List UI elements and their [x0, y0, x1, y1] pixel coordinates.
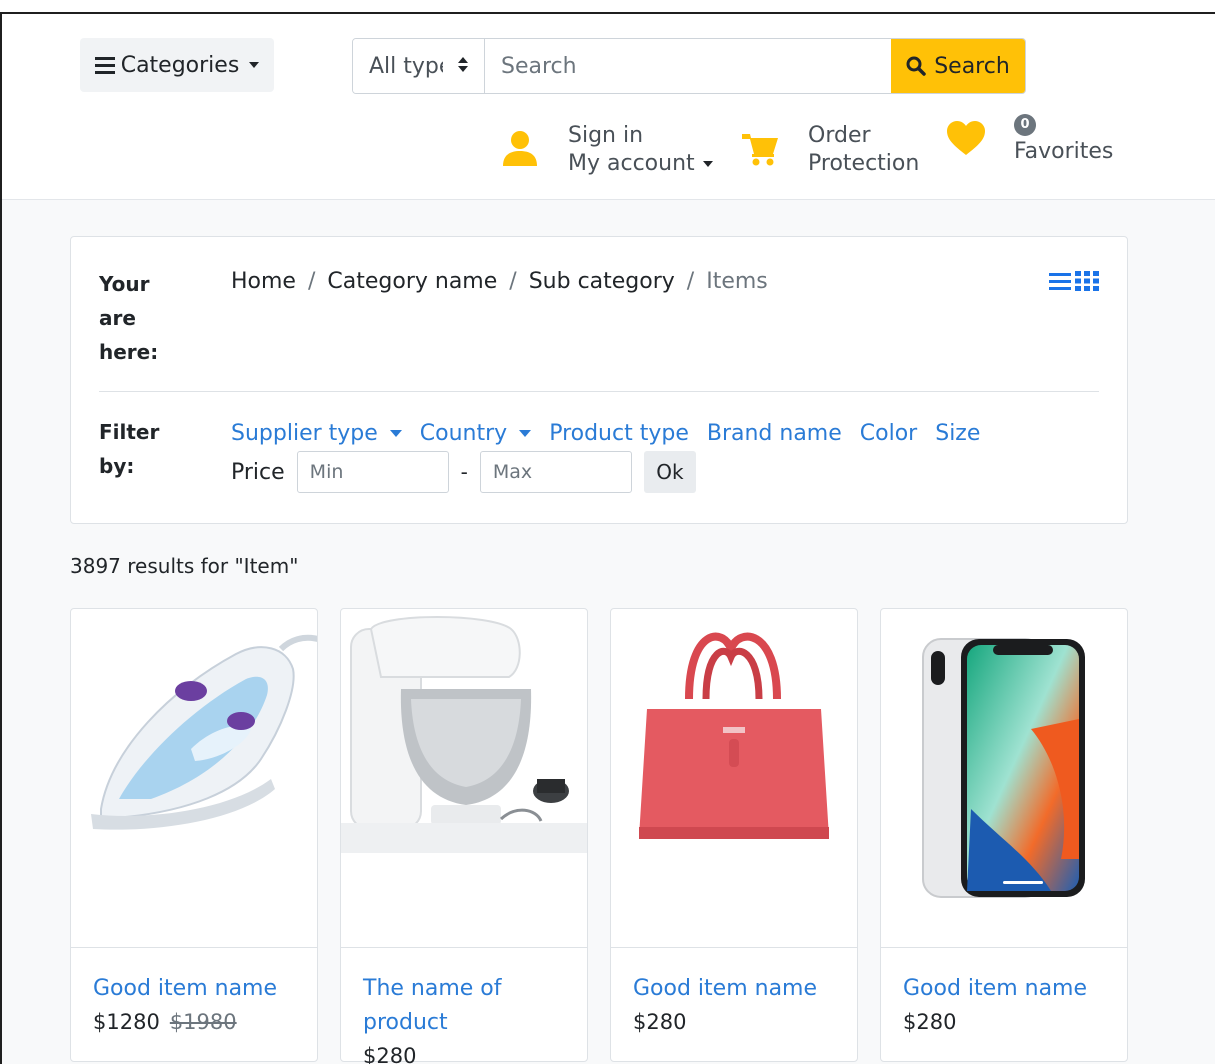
product-image-handbag[interactable] — [611, 609, 857, 947]
user-icon — [502, 130, 538, 170]
price-ok-button[interactable]: Ok — [643, 451, 696, 493]
grid-view-icon[interactable] — [1075, 271, 1099, 291]
product-card: The name of product $280 — [340, 608, 588, 1064]
results-count: 3897 results for "Item" — [70, 554, 299, 578]
chevron-down-icon — [389, 430, 402, 437]
list-view-icon[interactable] — [1049, 271, 1071, 291]
search-icon — [906, 56, 926, 76]
filter-links: Supplier type Country Product type Brand… — [231, 421, 980, 446]
product-image-iron[interactable] — [71, 609, 344, 947]
product-info: Good item name $1280 $1980 — [71, 947, 317, 1063]
filter-size[interactable]: Size — [935, 421, 980, 446]
breadcrumb-separator: / — [509, 269, 517, 294]
breadcrumb-separator: / — [307, 269, 316, 294]
product-name-link[interactable]: Good item name — [93, 972, 317, 1006]
product-info: The name of product $280 — [341, 947, 587, 1064]
view-toggles — [1049, 271, 1099, 291]
breadcrumb-filter-card: Your are here: Home / Category name / Su… — [70, 236, 1128, 524]
filter-brand-name[interactable]: Brand name — [707, 421, 842, 446]
search-button[interactable]: Search — [891, 39, 1025, 93]
categories-label: Categories — [120, 52, 240, 78]
price-dash: - — [460, 460, 468, 484]
search-input[interactable] — [485, 39, 891, 93]
price-label: Price — [231, 459, 285, 485]
favorites-widget[interactable]: 0 Favorites — [946, 114, 1113, 166]
product-image-mixer[interactable] — [341, 609, 587, 947]
price-max-input[interactable] — [479, 451, 632, 493]
product-card: Good item name $280 — [610, 608, 858, 1062]
type-select-value: All type — [369, 53, 443, 79]
type-select[interactable]: All type — [353, 39, 485, 93]
filter-supplier-type[interactable]: Supplier type — [231, 421, 402, 446]
product-info: Good item name $280 — [611, 947, 857, 1063]
product-image-phone[interactable] — [881, 609, 1127, 947]
chevron-down-icon — [249, 62, 260, 68]
breadcrumb: Home / Category name / Sub category / It… — [231, 269, 768, 294]
product-name-link[interactable]: Good item name — [633, 972, 857, 1006]
price-filter: Price - Ok — [231, 451, 696, 493]
filter-color[interactable]: Color — [860, 421, 917, 446]
current-price: $1280 — [93, 1010, 160, 1034]
updown-arrows-icon — [458, 57, 468, 72]
chevron-down-icon — [702, 161, 713, 167]
menu-icon — [94, 56, 115, 74]
order-protection-widget[interactable]: Order Protection — [742, 122, 919, 178]
product-name-link[interactable]: Good item name — [903, 972, 1127, 1006]
product-name-link[interactable]: The name of product — [363, 972, 587, 1040]
breadcrumb-home[interactable]: Home — [231, 269, 296, 294]
chevron-down-icon — [519, 430, 532, 437]
my-account-label: My account — [568, 151, 695, 176]
favorites-count-badge: 0 — [1014, 114, 1036, 136]
filter-country[interactable]: Country — [420, 421, 532, 446]
product-card: Good item name $1280 $1980 — [70, 608, 344, 1063]
cart-icon — [742, 130, 778, 170]
product-price: $280 — [903, 1010, 957, 1034]
sign-in-label: Sign in — [568, 123, 644, 148]
price-min-input[interactable] — [296, 451, 449, 493]
search-button-label: Search — [934, 53, 1010, 79]
filter-label: Filter by: — [99, 420, 160, 478]
heart-icon — [946, 120, 986, 160]
top-header: Categories All type Search — [2, 14, 1215, 200]
divider — [99, 391, 1099, 392]
product-price: $280 — [363, 1044, 417, 1064]
breadcrumb-subcategory[interactable]: Sub category — [529, 269, 675, 294]
page-frame: Categories All type Search — [0, 12, 1215, 1064]
protection-label: Protection — [808, 151, 920, 176]
old-price: $1980 — [169, 1010, 237, 1034]
order-label: Order — [808, 123, 871, 148]
account-widget[interactable]: Sign in My account — [502, 122, 713, 178]
product-price: $1280 $1980 — [93, 1006, 317, 1038]
favorites-label: Favorites — [1014, 139, 1114, 164]
product-card: Good item name $280 — [880, 608, 1128, 1062]
breadcrumb-label: Your are here: — [99, 272, 159, 364]
product-info: Good item name $280 — [881, 947, 1127, 1063]
breadcrumb-category[interactable]: Category name — [327, 269, 497, 294]
categories-button[interactable]: Categories — [80, 38, 274, 92]
product-price: $280 — [633, 1010, 687, 1034]
breadcrumb-separator: / — [686, 269, 695, 294]
breadcrumb-current: Items — [706, 269, 768, 294]
search-bar: All type Search — [352, 38, 1026, 94]
filter-product-type[interactable]: Product type — [549, 421, 689, 446]
